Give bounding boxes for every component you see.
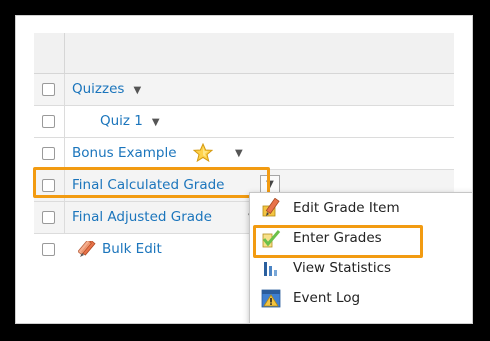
highlight-final-calculated-grade — [33, 167, 270, 198]
highlight-enter-grades — [253, 225, 423, 258]
bulk-edit-link[interactable]: Bulk Edit — [102, 242, 162, 257]
chevron-down-icon[interactable]: ▼ — [152, 117, 160, 128]
chevron-down-icon[interactable]: ▼ — [235, 148, 243, 159]
row-checkbox[interactable] — [42, 115, 55, 128]
row-link-quiz-1[interactable]: Quiz 1 ▼ — [100, 114, 160, 130]
row-checkbox[interactable] — [42, 147, 55, 160]
star-icon — [193, 143, 213, 163]
header-checkbox-column — [34, 33, 65, 73]
chevron-down-icon[interactable]: ▼ — [133, 85, 141, 96]
pencil-ruler-icon — [262, 198, 280, 217]
pencil-icon — [78, 241, 96, 257]
row-checkbox[interactable] — [42, 243, 55, 256]
grid-row-bonus-example: Bonus Example ▼ — [34, 138, 454, 170]
row-link-bonus-example[interactable]: Bonus Example — [72, 146, 177, 161]
row-link-final-adjusted-grade[interactable]: Final Adjusted Grade — [72, 210, 212, 225]
grid-header — [34, 33, 454, 74]
row-checkbox[interactable] — [42, 83, 55, 96]
gradebook-panel: Quizzes ▼ Quiz 1 ▼ Bonus Example ▼ Final C… — [15, 15, 473, 324]
grid-row-quizzes: Quizzes ▼ — [34, 74, 454, 106]
row-checkbox[interactable] — [42, 211, 55, 224]
menu-item-edit-grade-item[interactable]: Edit Grade Item — [250, 193, 472, 223]
warning-icon — [261, 289, 281, 308]
row-link-quizzes[interactable]: Quizzes ▼ — [72, 82, 141, 98]
bar-chart-icon — [264, 262, 277, 276]
grid-row-quiz-1: Quiz 1 ▼ — [34, 106, 454, 138]
menu-item-event-log[interactable]: Event Log — [250, 283, 472, 313]
grade-item-context-menu: Edit Grade Item Enter Grades View Statis… — [249, 192, 472, 323]
